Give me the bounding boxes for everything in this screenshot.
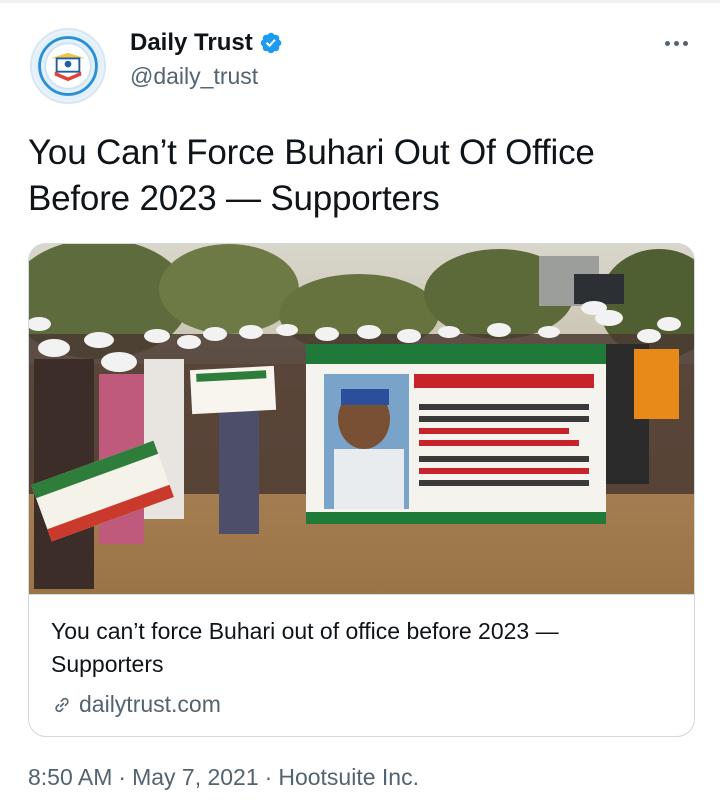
- tweet-header: Daily Trust @daily_trust: [28, 26, 696, 106]
- tweet-date[interactable]: May 7, 2021: [132, 764, 259, 790]
- card-image[interactable]: [29, 244, 694, 594]
- link-icon: [55, 697, 69, 712]
- more-dot-icon: [682, 40, 688, 46]
- card-body[interactable]: You can’t force Buhari out of office bef…: [29, 594, 694, 736]
- card-title[interactable]: You can’t force Buhari out of office bef…: [51, 615, 674, 681]
- tweet-text: You Can’t Force Buhari Out Of Office Bef…: [28, 133, 595, 218]
- card-domain-row[interactable]: dailytrust.com: [51, 691, 674, 718]
- meta-separator: ·: [118, 764, 127, 790]
- card-domain[interactable]: dailytrust.com: [79, 691, 221, 718]
- display-name-row: Daily Trust: [130, 28, 283, 58]
- top-divider: [0, 0, 720, 3]
- display-name[interactable]: Daily Trust: [130, 29, 253, 57]
- avatar[interactable]: [30, 28, 106, 104]
- more-options-button[interactable]: [656, 28, 696, 58]
- more-dot-icon: [673, 40, 679, 46]
- verified-badge-icon: [260, 32, 281, 54]
- supporters-holding-banners-photo: [29, 244, 694, 594]
- account-names: Daily Trust @daily_trust: [130, 28, 283, 90]
- more-dot-icon: [664, 40, 670, 46]
- meta-separator: ·: [264, 764, 273, 790]
- daily-trust-logo-icon: [33, 31, 103, 101]
- tweet-time[interactable]: 8:50 AM: [28, 764, 112, 790]
- tweet-source[interactable]: Hootsuite Inc.: [278, 764, 419, 790]
- tweet-meta: 8:50 AM · May 7, 2021 · Hootsuite Inc.: [28, 764, 419, 791]
- account-handle[interactable]: @daily_trust: [130, 63, 283, 90]
- link-card[interactable]: You can’t force Buhari out of office bef…: [28, 243, 695, 737]
